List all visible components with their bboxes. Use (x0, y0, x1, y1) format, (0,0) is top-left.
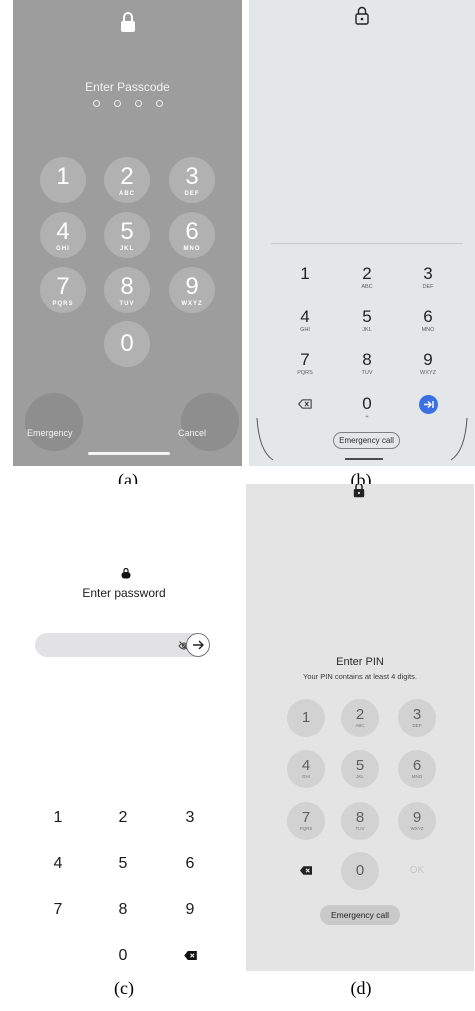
lock-icon (121, 567, 131, 579)
key-5[interactable]: 5 (103, 854, 143, 874)
cancel-label: Cancel (178, 428, 207, 438)
pin-screen-d: Enter PIN Your PIN contains at least 4 d… (246, 484, 474, 971)
key-1[interactable]: 1 (287, 699, 325, 737)
passcode-dot (134, 100, 142, 107)
key-4[interactable]: 4 GHI (277, 307, 333, 334)
key-4[interactable]: 4 GHI (40, 212, 86, 258)
key-8[interactable]: 8 TUV (341, 802, 379, 840)
emergency-label: Emergency (27, 428, 73, 438)
key-3[interactable]: 3 DEF (400, 264, 456, 291)
key-8[interactable]: 8 (103, 900, 143, 920)
passcode-dot (155, 100, 163, 107)
screen-title: Enter Passcode (85, 80, 170, 94)
home-indicator[interactable] (88, 452, 170, 455)
key-1[interactable]: 1 (38, 808, 78, 828)
key-6[interactable]: 6 MNO (169, 212, 215, 258)
key-6[interactable]: 6 MNO (400, 307, 456, 334)
caption-c: (c) (114, 978, 134, 998)
enter-button[interactable] (419, 395, 438, 414)
key-2[interactable]: 2 ABC (341, 699, 379, 737)
key-3[interactable]: 3 DEF (169, 157, 215, 203)
backspace-button[interactable] (287, 852, 325, 890)
key-4[interactable]: 4 GHI (287, 750, 325, 788)
key-7[interactable]: 7 (38, 900, 78, 920)
key-9[interactable]: 9 (170, 900, 210, 920)
key-6[interactable]: 6 (170, 854, 210, 874)
caption-d: (d) (350, 978, 372, 998)
lock-icon (121, 12, 135, 32)
key-1[interactable]: 1 (40, 157, 86, 203)
lock-icon (353, 484, 365, 498)
key-7[interactable]: 7 PQRS (287, 802, 325, 840)
emergency-button[interactable] (25, 393, 83, 451)
home-indicator[interactable] (345, 458, 383, 460)
backspace-icon[interactable] (298, 399, 312, 409)
arrow-right-to-bar-icon (424, 401, 434, 408)
emergency-call-button[interactable]: Emergency call (333, 432, 400, 449)
key-0[interactable]: 0 (104, 321, 150, 367)
key-8[interactable]: 8 TUV (104, 267, 150, 313)
unlock-icon (355, 6, 369, 25)
key-8[interactable]: 8 TUV (339, 350, 395, 377)
backspace-icon[interactable] (184, 951, 197, 960)
key-9[interactable]: 9 WXYZ (398, 802, 436, 840)
key-5[interactable]: 5 JKL (339, 307, 395, 334)
key-0[interactable]: 0 (341, 852, 379, 890)
submit-button[interactable] (186, 633, 210, 657)
passcode-dot (113, 100, 121, 107)
key-7[interactable]: 7 PQRS (40, 267, 86, 313)
screen-title: Enter PIN (336, 656, 384, 668)
key-2[interactable]: 2 ABC (104, 157, 150, 203)
key-9[interactable]: 9 WXYZ (400, 350, 456, 377)
key-6[interactable]: 6 MNO (398, 750, 436, 788)
key-2[interactable]: 2 (103, 808, 143, 828)
screen-title: Enter password (82, 586, 166, 600)
key-3[interactable]: 3 (170, 808, 210, 828)
screen-subtitle: Your PIN contains at least 4 digits. (303, 672, 417, 681)
passcode-dots (13, 100, 242, 107)
emergency-call-button[interactable]: Emergency call (320, 905, 400, 925)
key-1[interactable]: 1 (277, 264, 333, 284)
password-screen-c: Enter password 1 2 3 4 5 6 7 8 9 0 (24, 484, 224, 970)
pin-screen-b: 1 2 ABC 3 DEF 4 GHI 5 JKL 6 MNO 7 PQRS 8 TUV 9W… (249, 0, 475, 466)
key-3[interactable]: 3 DEF (398, 699, 436, 737)
divider (271, 243, 463, 244)
key-2[interactable]: 2 ABC (339, 264, 395, 291)
passcode-screen-a: Enter Passcode 1 2 ABC 3 DEF 4 GHI 5 JKL 6 MN… (13, 0, 242, 466)
key-9[interactable]: 9 WXYZ (169, 267, 215, 313)
key-7[interactable]: 7 PQRS (277, 350, 333, 377)
arrow-right-icon (193, 640, 204, 650)
key-0[interactable]: 0 (103, 946, 143, 966)
cancel-button[interactable] (181, 393, 239, 451)
passcode-dot (92, 100, 100, 107)
key-5[interactable]: 5 JKL (341, 750, 379, 788)
key-5[interactable]: 5 JKL (104, 212, 150, 258)
ok-button[interactable]: OK (398, 852, 436, 890)
key-4[interactable]: 4 (38, 854, 78, 874)
backspace-icon (300, 866, 312, 875)
